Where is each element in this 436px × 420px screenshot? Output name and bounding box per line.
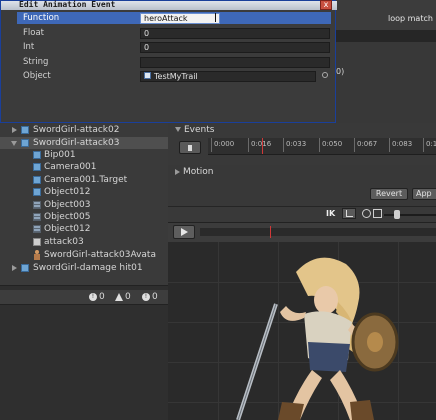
mesh-icon [33, 225, 41, 233]
hierarchy-item[interactable]: Object012 [0, 186, 168, 198]
error-count[interactable]: ! 0 [142, 292, 158, 302]
int-label: Int [23, 42, 35, 52]
ruler-tick: 0:083 [392, 140, 413, 148]
revert-button[interactable]: Revert [370, 188, 408, 200]
info-count[interactable]: ! 0 [89, 292, 105, 302]
preview-scrubber[interactable] [200, 228, 436, 236]
text-cursor [215, 13, 216, 22]
string-label: String [23, 57, 49, 67]
object-label: Object [23, 71, 51, 81]
ruler-tick: 0:1 [426, 140, 436, 148]
event-playhead[interactable] [262, 138, 263, 154]
ruler-tick: 0:033 [286, 140, 307, 148]
warning-count[interactable]: 0 [115, 292, 131, 302]
hierarchy-item[interactable]: attack03 [0, 236, 168, 248]
apply-button[interactable]: App [412, 188, 436, 200]
ruler-tick: 0:050 [322, 140, 343, 148]
gameobject-cube-icon [33, 188, 41, 196]
preview-viewport[interactable] [168, 242, 436, 420]
hierarchy-item[interactable]: SwordGirl-attack02 [0, 124, 168, 136]
avatar-icon [33, 250, 41, 260]
function-label: Function [23, 13, 60, 23]
hierarchy-item[interactable]: SwordGirl-damage hit01 [0, 262, 168, 274]
function-field[interactable]: heroAttack [140, 13, 220, 24]
hierarchy-item[interactable]: Camera001 [0, 161, 168, 173]
hierarchy-item[interactable]: Object005 [0, 211, 168, 223]
mesh-icon [33, 201, 41, 209]
string-field[interactable] [140, 57, 330, 68]
float-field[interactable]: 0 [140, 28, 330, 39]
hierarchy-item[interactable]: SwordGirl-attack03Avata [0, 249, 168, 261]
prefab-icon [144, 72, 151, 79]
motion-foldout[interactable]: Motion [175, 167, 214, 177]
play-icon [181, 228, 188, 236]
ruler-tick: 0:000 [214, 140, 235, 148]
console-toolbar: ! 0 0 ! 0 [0, 290, 168, 305]
ik-toggle[interactable]: IK [326, 209, 335, 218]
close-button[interactable]: x [320, 0, 332, 10]
error-icon: ! [142, 292, 150, 301]
pivot-toggle-button[interactable] [342, 208, 356, 219]
int-field[interactable]: 0 [140, 42, 330, 53]
events-foldout[interactable]: Events [175, 125, 214, 135]
speed-icon [362, 209, 371, 218]
hierarchy-item[interactable]: Camera001.Target [0, 174, 168, 186]
object-field[interactable]: TestMyTrail [140, 71, 316, 82]
expand-arrow-icon[interactable] [12, 265, 17, 271]
dialog-title: Edit Animation Event [19, 0, 116, 9]
preview-playhead[interactable] [270, 226, 271, 238]
add-event-button[interactable] [179, 141, 201, 154]
play-button[interactable] [173, 225, 195, 239]
event-marker-icon [188, 145, 192, 151]
collapse-arrow-icon [175, 127, 181, 132]
mesh-icon [33, 213, 41, 221]
info-icon: ! [89, 292, 97, 301]
hierarchy-item[interactable]: Object003 [0, 199, 168, 211]
dialog-title-bar[interactable]: Edit Animation Event x [1, 0, 337, 10]
prefab-cube-icon [21, 139, 29, 147]
ruler-tick: 0:067 [357, 140, 378, 148]
hierarchy-item-selected[interactable]: SwordGirl-attack03 [0, 137, 168, 149]
event-timeline-ruler[interactable]: 0:000 0:016 0:033 0:050 0:067 0:083 0:1 [208, 138, 436, 155]
gameobject-cube-icon [33, 151, 41, 159]
hierarchy-item[interactable]: Bip001 [0, 149, 168, 161]
loop-match-bar [332, 30, 436, 42]
object-picker-icon[interactable] [322, 72, 328, 78]
hierarchy-item[interactable]: Object012 [0, 223, 168, 235]
expand-arrow-icon[interactable] [12, 127, 17, 133]
expand-arrow-icon [175, 168, 180, 175]
prefab-cube-icon [21, 264, 29, 272]
timescale-icon [373, 209, 382, 218]
gameobject-cube-icon [33, 163, 41, 171]
character-model [236, 257, 399, 420]
animation-clip-icon [33, 238, 41, 246]
collapse-arrow-icon[interactable] [11, 141, 17, 146]
warning-icon [115, 292, 123, 301]
console-log-area[interactable] [0, 305, 168, 420]
edit-animation-event-dialog: Edit Animation Event x Function heroAtta… [0, 0, 337, 123]
loop-match-label: loop match [388, 14, 433, 23]
playback-speed-slider-thumb[interactable] [394, 210, 400, 219]
playback-speed-slider[interactable] [384, 214, 436, 216]
float-label: Float [23, 28, 44, 38]
prefab-cube-icon [21, 126, 29, 134]
gameobject-cube-icon [33, 176, 41, 184]
property-value-text: 0) [336, 67, 345, 76]
